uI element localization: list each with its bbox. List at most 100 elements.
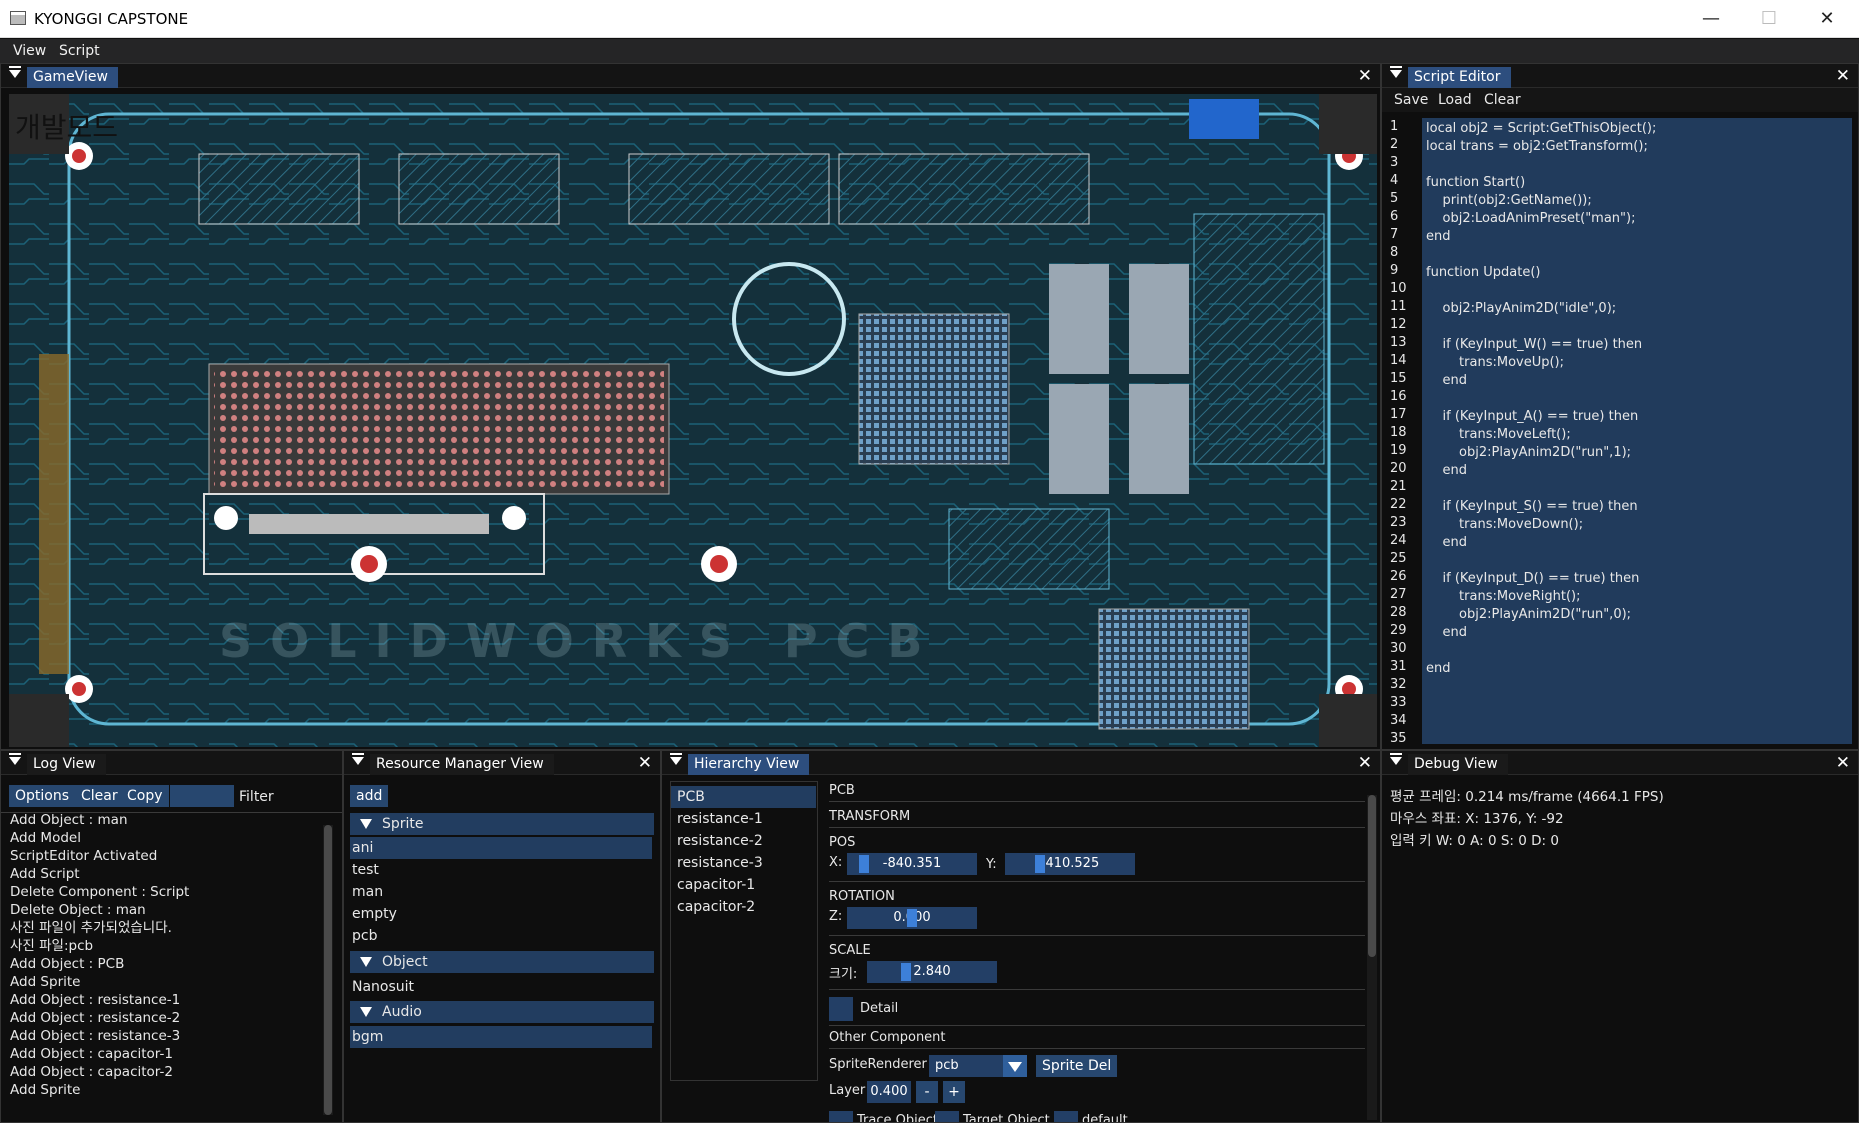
debug-view-tab[interactable]: Debug View <box>1408 754 1508 775</box>
code-line[interactable] <box>1426 246 1852 264</box>
gameview-tab[interactable]: GameView <box>27 67 118 88</box>
drag-handle[interactable] <box>1035 855 1045 873</box>
code-line[interactable]: obj2:PlayAnim2D("idle",0); <box>1426 300 1852 318</box>
hierarchy-tab[interactable]: Hierarchy View <box>688 754 810 775</box>
code-line[interactable]: end <box>1426 624 1852 642</box>
code-line[interactable] <box>1426 282 1852 300</box>
script-editor-tab[interactable]: Script Editor <box>1408 67 1511 88</box>
collapse-icon[interactable] <box>1390 66 1402 78</box>
close-window-button[interactable]: ✕ <box>1798 0 1856 38</box>
layer-field[interactable]: 0.400 <box>867 1081 911 1103</box>
code-line[interactable]: trans:MoveUp(); <box>1426 354 1852 372</box>
code-line[interactable]: function Start() <box>1426 174 1852 192</box>
collapse-icon[interactable] <box>9 753 21 765</box>
resource-group-audio[interactable]: Audio <box>350 1001 654 1023</box>
collapse-icon[interactable] <box>352 753 364 765</box>
menu-view[interactable]: View <box>13 43 46 59</box>
code-line[interactable]: if (KeyInput_A() == true) then <box>1426 408 1852 426</box>
code-line[interactable] <box>1426 714 1852 732</box>
chevron-down-icon[interactable] <box>1003 1055 1027 1077</box>
resource-item[interactable]: man <box>352 881 654 903</box>
code-line[interactable]: end <box>1426 534 1852 552</box>
object-item[interactable]: resistance-1 <box>677 808 817 830</box>
object-item[interactable]: resistance-2 <box>677 830 817 852</box>
log-options-button[interactable]: Options <box>9 785 76 807</box>
menu-script[interactable]: Script <box>59 43 100 59</box>
default-checkbox[interactable] <box>1054 1111 1078 1122</box>
code-line[interactable] <box>1426 552 1852 570</box>
pos-x-field[interactable]: -840.351 <box>847 853 977 875</box>
code-line[interactable] <box>1426 156 1852 174</box>
detail-checkbox[interactable] <box>829 997 853 1021</box>
collapse-icon[interactable] <box>9 66 21 78</box>
sprite-del-button[interactable]: Sprite Del <box>1036 1055 1118 1077</box>
code-line[interactable] <box>1426 732 1852 744</box>
rotation-z-field[interactable]: 0.000 <box>847 907 977 929</box>
log-filter-input[interactable] <box>170 785 234 807</box>
code-line[interactable] <box>1426 696 1852 714</box>
resource-item[interactable]: bgm <box>350 1026 652 1048</box>
resource-item[interactable]: empty <box>352 903 654 925</box>
code-line[interactable]: obj2:LoadAnimPreset("man"); <box>1426 210 1852 228</box>
inspector-scrollbar[interactable] <box>1367 795 1377 1120</box>
code-line[interactable]: obj2:PlayAnim2D("run",0); <box>1426 606 1852 624</box>
drag-handle[interactable] <box>907 909 917 927</box>
maximize-button[interactable]: ☐ <box>1740 0 1798 38</box>
log-copy-button[interactable]: Copy <box>121 785 169 807</box>
collapse-icon[interactable] <box>1390 753 1402 765</box>
code-line[interactable]: if (KeyInput_W() == true) then <box>1426 336 1852 354</box>
drag-handle[interactable] <box>859 855 869 873</box>
layer-minus-button[interactable]: - <box>916 1081 938 1103</box>
object-item[interactable]: capacitor-1 <box>677 874 817 896</box>
code-line[interactable]: function Update() <box>1426 264 1852 282</box>
code-line[interactable]: if (KeyInput_S() == true) then <box>1426 498 1852 516</box>
object-item[interactable]: resistance-3 <box>677 852 817 874</box>
collapse-icon[interactable] <box>670 753 682 765</box>
code-line[interactable]: print(obj2:GetName()); <box>1426 192 1852 210</box>
resource-manager-close-icon[interactable]: ✕ <box>638 753 652 773</box>
log-list[interactable]: Add Object : man Add Model ScriptEditor Ac… <box>10 811 320 1121</box>
resource-add-button[interactable]: add <box>350 785 389 807</box>
resource-item[interactable]: pcb <box>352 925 654 947</box>
code-line[interactable] <box>1426 390 1852 408</box>
code-line[interactable]: trans:MoveRight(); <box>1426 588 1852 606</box>
code-line[interactable]: local trans = obj2:GetTransform(); <box>1426 138 1852 156</box>
trace-object-checkbox[interactable] <box>829 1111 853 1122</box>
log-scrollbar[interactable] <box>323 825 333 1115</box>
window-titlebar[interactable]: KYONGGI CAPSTONE — ☐ ✕ <box>0 0 1859 38</box>
code-line[interactable] <box>1426 642 1852 660</box>
drag-handle[interactable] <box>901 963 911 981</box>
code-line[interactable]: end <box>1426 660 1852 678</box>
object-item[interactable]: capacitor-2 <box>677 896 817 918</box>
log-view-tab[interactable]: Log View <box>27 754 106 775</box>
resource-manager-tab[interactable]: Resource Manager View <box>370 754 554 775</box>
log-scrollbar-thumb[interactable] <box>324 825 332 1115</box>
code-line[interactable]: end <box>1426 372 1852 390</box>
code-line[interactable] <box>1426 318 1852 336</box>
script-editor-close-icon[interactable]: ✕ <box>1836 66 1850 86</box>
object-item-pcb[interactable]: PCB <box>671 786 816 808</box>
code-line[interactable] <box>1426 678 1852 696</box>
code-line[interactable]: if (KeyInput_D() == true) then <box>1426 570 1852 588</box>
resource-group-object[interactable]: Object <box>350 951 654 973</box>
log-clear-button[interactable]: Clear <box>75 785 124 807</box>
script-load-button[interactable]: Load <box>1438 92 1472 108</box>
code-line[interactable] <box>1426 480 1852 498</box>
code-line[interactable]: local obj2 = Script:GetThisObject(); <box>1426 120 1852 138</box>
code-line[interactable]: end <box>1426 462 1852 480</box>
script-clear-button[interactable]: Clear <box>1484 92 1521 108</box>
resource-item[interactable]: Nanosuit <box>352 976 654 998</box>
resource-item[interactable]: ani <box>350 837 652 859</box>
pos-y-field[interactable]: -410.525 <box>1005 853 1135 875</box>
scale-size-field[interactable]: 2.840 <box>867 961 997 983</box>
debug-view-close-icon[interactable]: ✕ <box>1836 753 1850 773</box>
resource-item[interactable]: test <box>352 859 654 881</box>
game-viewport[interactable]: SOLIDWORKS PCB 개발모드 <box>9 94 1377 747</box>
code-line[interactable]: trans:MoveDown(); <box>1426 516 1852 534</box>
layer-plus-button[interactable]: + <box>943 1081 965 1103</box>
gameview-close-icon[interactable]: ✕ <box>1358 66 1372 86</box>
target-object-checkbox[interactable] <box>935 1111 959 1122</box>
resource-group-sprite[interactable]: Sprite <box>350 813 654 835</box>
code-editor[interactable]: local obj2 = Script:GetThisObject(); loca… <box>1422 118 1852 744</box>
inspector-scrollbar-thumb[interactable] <box>1368 795 1376 957</box>
